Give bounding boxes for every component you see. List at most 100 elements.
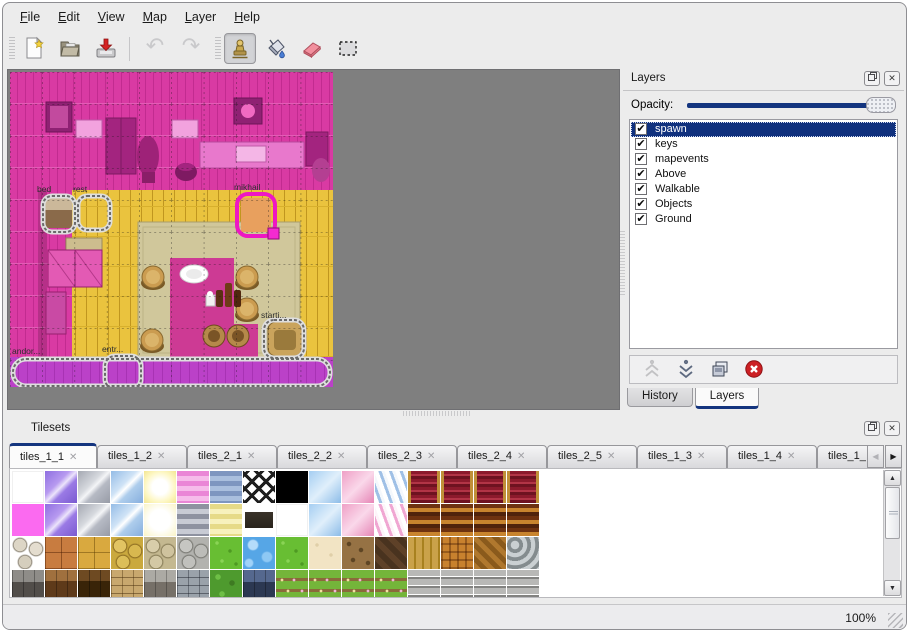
menu-layer[interactable]: Layer — [176, 5, 225, 29]
tileset-view[interactable]: ▲ ▼ — [9, 468, 902, 598]
scroll-tabs-right-button[interactable]: ▶ — [885, 445, 902, 468]
tile-brownCarpet-r1c15[interactable] — [507, 504, 539, 536]
tile-yellowGlow-r0c4[interactable] — [144, 471, 176, 503]
tile-blueGlass-r0c3[interactable] — [111, 471, 143, 503]
stamp-brush-tool-button[interactable] — [224, 33, 256, 64]
tileset-scrollbar[interactable]: ▲ ▼ — [883, 470, 900, 596]
layer-visibility-checkbox[interactable]: ✔ — [635, 198, 647, 210]
tile-logs-r2c15[interactable] — [507, 537, 539, 569]
new-map-button[interactable] — [18, 33, 50, 64]
resize-grip-icon[interactable] — [888, 613, 903, 628]
tile-grayGlass-r0c2[interactable] — [78, 471, 110, 503]
tile-brownCarpet-r1c14[interactable] — [474, 504, 506, 536]
horizontal-splitter-handle[interactable] — [403, 411, 471, 416]
layer-row-objects[interactable]: ✔Objects — [631, 197, 896, 212]
tile-pinkStripes-r0c5[interactable] — [177, 471, 209, 503]
menu-file[interactable]: File — [11, 5, 49, 29]
rect-select-tool-button[interactable] — [332, 33, 364, 64]
bucket-fill-tool-button[interactable] — [260, 33, 292, 64]
redo-button[interactable]: ↷ — [175, 33, 207, 64]
tile-grayStoneWall-r3c4[interactable] — [144, 570, 176, 598]
tile-white-r1c8[interactable] — [276, 504, 308, 536]
tile-plaque-r1c7[interactable] — [243, 504, 275, 536]
menu-map[interactable]: Map — [134, 5, 176, 29]
map-view[interactable]: bedrestmikhailstarti...entr...andor... — [7, 69, 620, 410]
tile-pinkGlass-r1c10[interactable] — [342, 504, 374, 536]
tileset-tab-tiles_2_2[interactable]: tiles_2_2✕ — [277, 445, 367, 468]
tab-close-icon[interactable]: ✕ — [247, 451, 255, 462]
tile-blueGlass-r1c3[interactable] — [111, 504, 143, 536]
toolbar-drag-handle[interactable] — [9, 37, 15, 61]
tileset-tab-tiles_2_3[interactable]: tiles_2_3✕ — [367, 445, 457, 468]
opacity-slider[interactable] — [687, 96, 896, 114]
tile-grayPlanks-r3c13[interactable] — [441, 570, 473, 598]
scroll-down-button[interactable]: ▼ — [884, 580, 901, 596]
tile-paleYellow-r1c4[interactable] — [144, 504, 176, 536]
tile-grayBrick-r3c5[interactable] — [177, 570, 209, 598]
tab-close-icon[interactable]: ✕ — [69, 452, 77, 463]
tileset-tab-tiles_2_4[interactable]: tiles_2_4✕ — [457, 445, 547, 468]
tile-goldStones-r2c3[interactable] — [111, 537, 143, 569]
eraser-tool-button[interactable] — [296, 33, 328, 64]
tile-darkBrownWall-r3c2[interactable] — [78, 570, 110, 598]
tile-yellowStripes-r1c6[interactable] — [210, 504, 242, 536]
tile-brownWall-r3c1[interactable] — [45, 570, 77, 598]
tile-tanBrick-r3c3[interactable] — [111, 570, 143, 598]
tile-orangeTiles-r2c1[interactable] — [45, 537, 77, 569]
tile-water-r2c7[interactable] — [243, 537, 275, 569]
tile-lattice-r0c7[interactable] — [243, 471, 275, 503]
tile-grass-r2c8[interactable] — [276, 537, 308, 569]
tile-black-r0c8[interactable] — [276, 471, 308, 503]
tools-toolbar-drag-handle[interactable] — [215, 37, 221, 61]
tileset-tab-tiles_1_3[interactable]: tiles_1_3✕ — [637, 445, 727, 468]
menu-help[interactable]: Help — [225, 5, 269, 29]
layer-visibility-checkbox[interactable]: ✔ — [635, 123, 647, 135]
save-map-button[interactable] — [90, 33, 122, 64]
delete-layer-button[interactable] — [742, 359, 766, 381]
tile-sand-r2c9[interactable] — [309, 537, 341, 569]
tab-close-icon[interactable]: ✕ — [517, 451, 525, 462]
tile-darkWood-r2c11[interactable] — [375, 537, 407, 569]
tile-curtainPink-r1c11[interactable] — [375, 504, 407, 536]
tile-blueGlass2-r1c9[interactable] — [309, 504, 341, 536]
dock-tab-layers[interactable]: Layers — [695, 388, 760, 409]
tab-close-icon[interactable]: ✕ — [337, 451, 345, 462]
tileset-tab-tiles_1_4[interactable]: tiles_1_4✕ — [727, 445, 817, 468]
tile-flowerPath-r3c9[interactable] — [309, 570, 341, 598]
duplicate-layer-button[interactable] — [708, 359, 732, 381]
scroll-tabs-left-button[interactable]: ◀ — [867, 445, 884, 468]
layer-row-spawn[interactable]: ✔spawn — [631, 122, 896, 137]
tile-grayPlanks-r3c12[interactable] — [408, 570, 440, 598]
menu-view[interactable]: View — [89, 5, 134, 29]
tileset-tab-tiles_1_[interactable]: tiles_1_✕ — [817, 445, 869, 468]
tile-hedge-r3c6[interactable] — [210, 570, 242, 598]
layer-row-mapevents[interactable]: ✔mapevents — [631, 152, 896, 167]
layer-visibility-checkbox[interactable]: ✔ — [635, 183, 647, 195]
tile-purpleGlass-r0c1[interactable] — [45, 471, 77, 503]
tile-woodV-r2c12[interactable] — [408, 537, 440, 569]
tile-flowerPath-r3c10[interactable] — [342, 570, 374, 598]
tile-redCarpet-r0c14[interactable] — [474, 471, 506, 503]
layer-row-above[interactable]: ✔Above — [631, 167, 896, 182]
tileset-tab-tiles_1_1[interactable]: tiles_1_1✕ — [9, 443, 97, 468]
lower-layer-button[interactable] — [674, 359, 698, 381]
opacity-slider-handle[interactable] — [866, 97, 896, 113]
tab-close-icon[interactable]: ✕ — [427, 451, 435, 462]
layer-visibility-checkbox[interactable]: ✔ — [635, 138, 647, 150]
close-dock-button[interactable]: ✕ — [884, 71, 900, 86]
tile-pinkGlass-r0c10[interactable] — [342, 471, 374, 503]
layer-row-keys[interactable]: ✔keys — [631, 137, 896, 152]
layer-visibility-checkbox[interactable]: ✔ — [635, 153, 647, 165]
tile-darkBlueWall-r3c7[interactable] — [243, 570, 275, 598]
tile-parquet-r2c13[interactable] — [441, 537, 473, 569]
open-map-button[interactable] — [54, 33, 86, 64]
tile-herringbone-r2c14[interactable] — [474, 537, 506, 569]
layer-row-walkable[interactable]: ✔Walkable — [631, 182, 896, 197]
tile-flowerPath-r3c11[interactable] — [375, 570, 407, 598]
tile-grayGlass-r1c2[interactable] — [78, 504, 110, 536]
tab-close-icon[interactable]: ✕ — [607, 451, 615, 462]
tile-goldTiles-r2c2[interactable] — [78, 537, 110, 569]
tile-white-r0c0[interactable] — [12, 471, 44, 503]
tab-close-icon[interactable]: ✕ — [697, 451, 705, 462]
tile-beigeStones-r2c4[interactable] — [144, 537, 176, 569]
